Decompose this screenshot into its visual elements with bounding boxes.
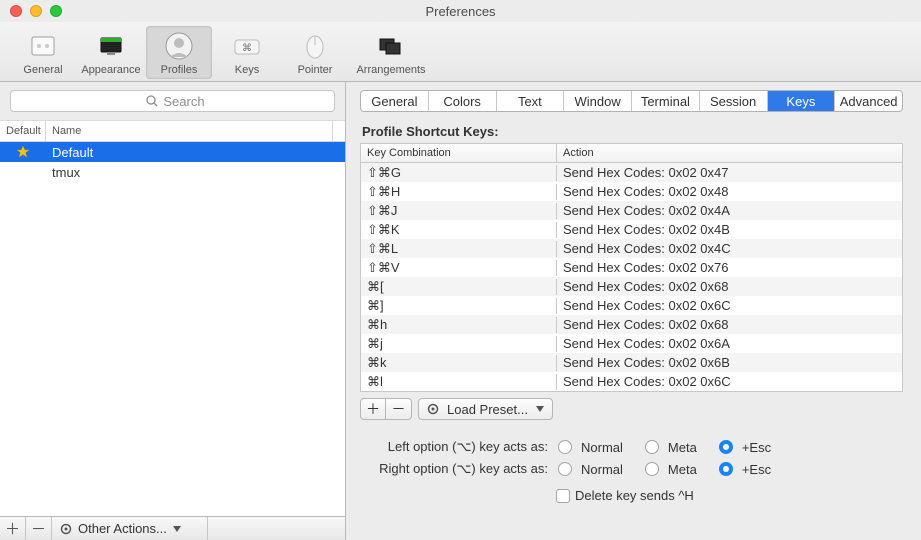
tab-terminal[interactable]: Terminal [632,91,700,111]
shortcut-action: Send Hex Codes: 0x02 0x4A [557,203,902,218]
shortcut-action: Send Hex Codes: 0x02 0x48 [557,184,902,199]
shortcut-row[interactable]: ⇧⌘GSend Hex Codes: 0x02 0x47 [361,163,902,182]
profiles-search-input[interactable]: Search [10,90,335,112]
profiles-header-name[interactable]: Name [46,121,333,141]
window-title: Preferences [0,4,921,19]
right-option-esc-radio[interactable] [719,462,733,476]
shortcut-row[interactable]: ⌘kSend Hex Codes: 0x02 0x6B [361,353,902,372]
profile-row-default[interactable]: Default [0,142,345,162]
preferences-toolbar: General Appearance Profiles ⌘ Keys Point… [0,22,921,82]
profiles-list-header: Default Name [0,121,345,142]
right-option-meta-radio[interactable] [645,462,659,476]
chevron-down-icon [173,526,181,532]
shortcut-row[interactable]: ⇧⌘HSend Hex Codes: 0x02 0x48 [361,182,902,201]
toolbar-pointer[interactable]: Pointer [282,26,348,79]
shortcut-action: Send Hex Codes: 0x02 0x6B [557,355,902,370]
delete-sends-ctrl-h-label: Delete key sends ^H [575,488,694,503]
toolbar-general[interactable]: General [10,26,76,79]
right-option-normal-radio[interactable] [558,462,572,476]
search-icon [146,95,158,107]
add-profile-button[interactable]: ＋ [0,517,26,540]
th-key-combination[interactable]: Key Combination [361,144,557,162]
svg-text:⌘: ⌘ [242,43,252,54]
shortcut-action: Send Hex Codes: 0x02 0x4B [557,222,902,237]
shortcut-key: ⌘] [361,298,557,314]
shortcut-key: ⇧⌘H [361,184,557,200]
left-option-meta-radio[interactable] [645,440,659,454]
shortcut-key: ⌘k [361,355,557,371]
shortcut-key: ⇧⌘J [361,203,557,219]
shortcut-row[interactable]: ⌘]Send Hex Codes: 0x02 0x6C [361,296,902,315]
shortcut-key: ⇧⌘K [361,222,557,238]
tab-keys[interactable]: Keys [768,91,836,111]
remove-profile-button[interactable]: － [26,517,52,540]
toolbar-appearance[interactable]: Appearance [78,26,144,79]
tab-session[interactable]: Session [700,91,768,111]
profiles-header-default[interactable]: Default [0,121,46,141]
load-preset-menu[interactable]: Load Preset... [418,398,553,420]
shortcut-row[interactable]: ⇧⌘VSend Hex Codes: 0x02 0x76 [361,258,902,277]
shortcut-row[interactable]: ⌘jSend Hex Codes: 0x02 0x6A [361,334,902,353]
left-option-normal-radio[interactable] [558,440,572,454]
tab-general[interactable]: General [361,91,429,111]
tab-colors[interactable]: Colors [429,91,497,111]
keyboard-key-icon: ⌘ [231,30,263,62]
shortcut-keys-label: Profile Shortcut Keys: [362,124,903,139]
shortcut-action: Send Hex Codes: 0x02 0x4C [557,241,902,256]
titlebar: Preferences [0,0,921,22]
left-option-esc-radio[interactable] [719,440,733,454]
shortcut-action: Send Hex Codes: 0x02 0x6C [557,298,902,313]
shortcut-key: ⌘l [361,374,557,390]
tab-window[interactable]: Window [564,91,632,111]
gear-icon [60,523,72,535]
shortcut-row[interactable]: ⌘lSend Hex Codes: 0x02 0x6C [361,372,902,391]
left-option-label: Left option (⌥) key acts as: [360,439,552,455]
shortcut-row[interactable]: ⇧⌘LSend Hex Codes: 0x02 0x4C [361,239,902,258]
shortcut-action: Send Hex Codes: 0x02 0x68 [557,279,902,294]
shortcut-key: ⌘j [361,336,557,352]
windows-icon [375,30,407,62]
profiles-sidebar: Search Default Name Default tmux ＋ － [0,82,346,540]
other-actions-menu[interactable]: Other Actions... [52,517,208,540]
chevron-down-icon [536,406,544,412]
tab-advanced[interactable]: Advanced [835,91,902,111]
profile-icon [163,30,195,62]
toolbar-profiles[interactable]: Profiles [146,26,212,79]
mouse-icon [299,30,331,62]
shortcut-key: ⇧⌘G [361,165,557,181]
shortcut-row[interactable]: ⇧⌘KSend Hex Codes: 0x02 0x4B [361,220,902,239]
profiles-list[interactable]: Default tmux [0,142,345,516]
monitor-icon [95,30,127,62]
shortcut-row[interactable]: ⌘[Send Hex Codes: 0x02 0x68 [361,277,902,296]
right-option-label: Right option (⌥) key acts as: [360,461,552,477]
shortcut-action: Send Hex Codes: 0x02 0x6C [557,374,902,389]
th-action[interactable]: Action [557,144,902,162]
shortcut-key: ⇧⌘L [361,241,557,257]
add-shortcut-button[interactable]: ＋ [360,398,386,420]
shortcut-action: Send Hex Codes: 0x02 0x47 [557,165,902,180]
profile-tabs: General Colors Text Window Terminal Sess… [360,90,903,112]
profile-row-tmux[interactable]: tmux [0,162,345,182]
shortcut-key: ⌘h [361,317,557,333]
shortcut-action: Send Hex Codes: 0x02 0x6A [557,336,902,351]
toolbar-arrangements[interactable]: Arrangements [350,26,432,79]
tab-text[interactable]: Text [497,91,565,111]
shortcut-row[interactable]: ⌘hSend Hex Codes: 0x02 0x68 [361,315,902,334]
shortcut-action: Send Hex Codes: 0x02 0x76 [557,260,902,275]
gear-icon [427,403,439,415]
shortcut-keys-table[interactable]: Key Combination Action ⇧⌘GSend Hex Codes… [360,143,903,392]
toolbar-keys[interactable]: ⌘ Keys [214,26,280,79]
switch-icon [27,30,59,62]
delete-sends-ctrl-h-checkbox[interactable] [556,489,570,503]
default-star-icon [0,145,46,159]
shortcut-key: ⇧⌘V [361,260,557,276]
remove-shortcut-button[interactable]: － [386,398,412,420]
shortcut-action: Send Hex Codes: 0x02 0x68 [557,317,902,332]
shortcut-row[interactable]: ⇧⌘JSend Hex Codes: 0x02 0x4A [361,201,902,220]
shortcut-key: ⌘[ [361,279,557,295]
